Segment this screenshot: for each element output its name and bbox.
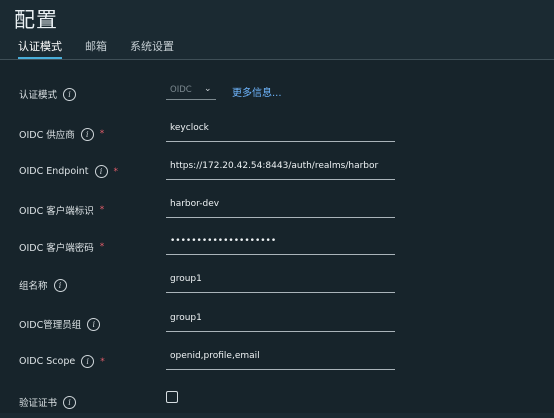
verify-cert-checkbox[interactable] bbox=[166, 391, 178, 403]
info-circle-icon[interactable]: i bbox=[80, 127, 94, 141]
oidc-endpoint-label: OIDC Endpoint i * bbox=[19, 165, 119, 178]
oidc-scope-input[interactable]: openid,profile,email bbox=[166, 348, 395, 370]
oidc-endpoint-row: OIDC Endpoint i * https://172.20.42.54:8… bbox=[0, 158, 554, 188]
oidc-client-secret-row: OIDC 客户端密码 * •••••••••••••••••••• bbox=[0, 233, 554, 263]
info-circle-icon[interactable]: i bbox=[63, 395, 77, 409]
info-circle-icon[interactable]: i bbox=[81, 355, 95, 368]
auth-mode-select-value: OIDC bbox=[170, 85, 192, 95]
oidc-admin-group-label: OIDC管理员组 i bbox=[19, 317, 101, 331]
info-circle-icon[interactable]: i bbox=[94, 165, 108, 178]
oidc-client-id-label: OIDC 客户端标识 * bbox=[19, 205, 105, 217]
required-mark: * bbox=[99, 129, 105, 139]
required-mark: * bbox=[99, 205, 105, 215]
info-circle-icon[interactable]: i bbox=[53, 278, 67, 292]
oidc-provider-row: OIDC 供应商 i * keyclock bbox=[0, 120, 554, 150]
required-mark: * bbox=[113, 166, 119, 177]
tab-bar: 认证模式 邮箱 系统设置 bbox=[0, 38, 554, 60]
group-name-input[interactable]: group1 bbox=[166, 271, 395, 293]
tab-email[interactable]: 邮箱 bbox=[85, 38, 107, 57]
info-circle-icon[interactable]: i bbox=[87, 317, 101, 331]
required-mark: * bbox=[99, 242, 105, 252]
oidc-client-id-input[interactable]: harbor-dev bbox=[166, 196, 395, 218]
oidc-client-secret-input[interactable]: •••••••••••••••••••• bbox=[166, 233, 395, 255]
oidc-client-secret-label: OIDC 客户端密码 * bbox=[19, 242, 105, 254]
oidc-admin-group-input[interactable]: group1 bbox=[166, 310, 395, 332]
oidc-admin-group-row: OIDC管理员组 i group1 bbox=[0, 310, 554, 340]
oidc-provider-input[interactable]: keyclock bbox=[166, 120, 395, 142]
required-mark: * bbox=[100, 356, 105, 367]
verify-cert-label: 验证证书 i bbox=[19, 395, 77, 409]
oidc-scope-row: OIDC Scope i * openid,profile,email bbox=[0, 348, 554, 378]
oidc-client-id-row: OIDC 客户端标识 * harbor-dev bbox=[0, 196, 554, 226]
auth-mode-label: 认证模式 i bbox=[19, 87, 77, 101]
info-circle-icon[interactable]: i bbox=[63, 87, 77, 101]
verify-cert-row: 验证证书 i bbox=[0, 388, 554, 418]
tab-auth-mode[interactable]: 认证模式 bbox=[18, 38, 62, 59]
oidc-scope-label: OIDC Scope i * bbox=[19, 355, 105, 368]
group-name-row: 组名称 i group1 bbox=[0, 271, 554, 301]
oidc-provider-label: OIDC 供应商 i * bbox=[19, 127, 105, 141]
tab-system-settings[interactable]: 系统设置 bbox=[130, 38, 174, 57]
chevron-down-icon: ⌄ bbox=[204, 84, 212, 94]
page-title: 配置 bbox=[14, 8, 58, 32]
more-info-link[interactable]: 更多信息... bbox=[232, 84, 282, 99]
oidc-endpoint-input[interactable]: https://172.20.42.54:8443/auth/realms/ha… bbox=[166, 158, 395, 180]
page-header: 配置 认证模式 邮箱 系统设置 bbox=[0, 0, 554, 60]
group-name-label: 组名称 i bbox=[19, 278, 67, 292]
auth-mode-select[interactable]: OIDC ⌄ bbox=[166, 83, 216, 100]
